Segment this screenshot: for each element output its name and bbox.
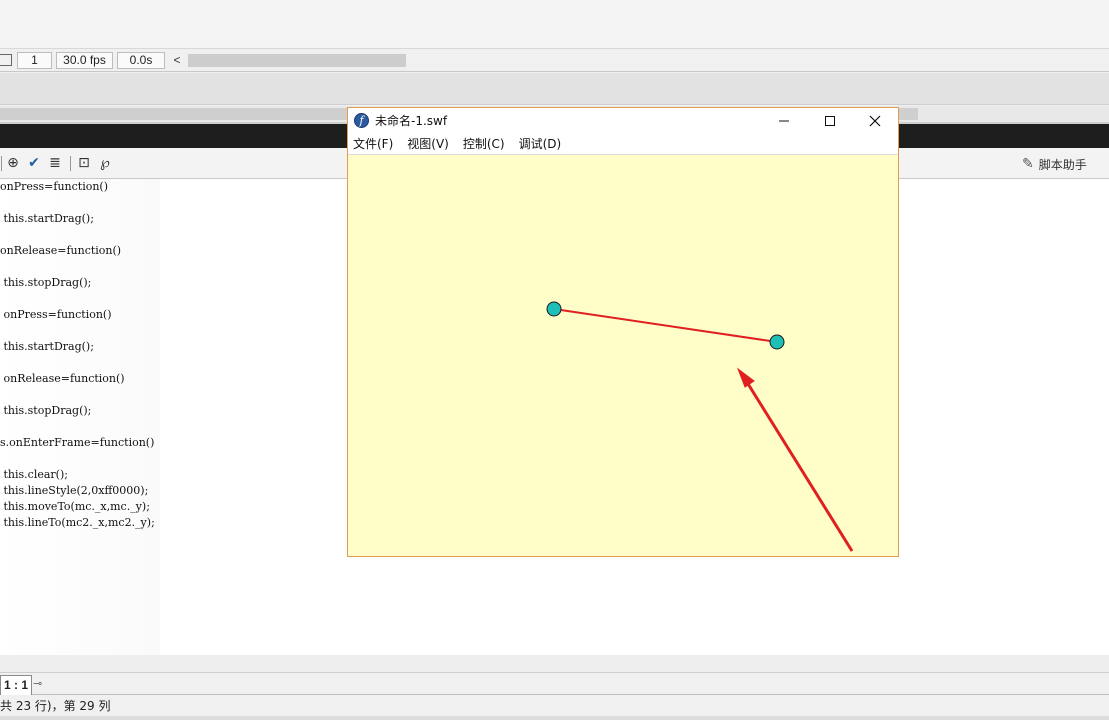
- toolbar-separator: [70, 156, 71, 171]
- magic-wand-icon: ✎: [1022, 156, 1034, 172]
- scroll-left-arrow-icon[interactable]: <: [170, 52, 184, 69]
- pin-icon[interactable]: ⊸: [33, 677, 47, 691]
- code-line: onPress=function(): [0, 180, 109, 193]
- check-syntax-icon[interactable]: ✔: [26, 155, 42, 171]
- code-line: this.startDrag();: [0, 340, 94, 353]
- code-line: onRelease=function(): [0, 244, 122, 257]
- elapsed-time-field: 0.0s: [117, 52, 165, 69]
- code-line: this.clear();: [0, 468, 68, 481]
- close-icon[interactable]: [852, 108, 898, 134]
- swf-titlebar[interactable]: f 未命名-1.swf: [348, 108, 898, 134]
- frame-rate-field[interactable]: 30.0 fps: [56, 52, 113, 69]
- code-lines: onPress=function() this.startDrag(); onR…: [0, 179, 155, 531]
- code-line: onPress=function(): [0, 308, 112, 321]
- script-assist-label: 脚本助手: [1038, 157, 1087, 172]
- swf-player-window[interactable]: f 未命名-1.swf 文件(F) 视图(V) 控制(C) 调试(D): [347, 107, 899, 557]
- code-line: onRelease=function(): [0, 372, 125, 385]
- code-line: this.startDrag();: [0, 212, 94, 225]
- timeline-scrollbar-thumb[interactable]: [188, 54, 406, 67]
- toolbar-separator: [1, 156, 2, 171]
- code-line: s.onEnterFrame=function(): [0, 436, 155, 449]
- stage-area-strip: [0, 73, 1109, 105]
- draggable-dot-mc2[interactable]: [769, 334, 785, 350]
- code-line: this.stopDrag();: [0, 276, 92, 289]
- menu-debug[interactable]: 调试(D): [519, 134, 576, 154]
- current-frame-field[interactable]: 1: [17, 52, 52, 69]
- code-line: this.lineTo(mc2._x,mc2._y);: [0, 516, 155, 529]
- stage-background: [348, 155, 898, 556]
- menu-file[interactable]: 文件(F): [353, 134, 407, 154]
- editor-bottom-strip: [0, 655, 1109, 673]
- stage-canvas[interactable]: [348, 155, 898, 556]
- code-line: this.moveTo(mc._x,mc._y);: [0, 500, 150, 513]
- script-assist-button[interactable]: ✎ 脚本助手: [1022, 154, 1087, 174]
- timeline-status-bar: 1 30.0 fps 0.0s <: [0, 48, 1109, 72]
- flash-player-logo-icon: f: [354, 113, 369, 128]
- target-icon[interactable]: ⊕: [5, 155, 21, 171]
- code-line: this.stopDrag();: [0, 404, 92, 417]
- menu-control[interactable]: 控制(C): [463, 134, 519, 154]
- timeline-area: [0, 0, 1109, 48]
- menu-view[interactable]: 视图(V): [407, 134, 463, 154]
- swf-window-title: 未命名-1.swf: [375, 114, 448, 128]
- script-tab[interactable]: 1 : 1: [0, 675, 33, 695]
- minimize-icon[interactable]: [761, 108, 807, 134]
- window-bottom-edge: [0, 716, 1109, 720]
- frame-center-icon[interactable]: [0, 54, 12, 66]
- draggable-dot-mc[interactable]: [546, 301, 562, 317]
- maximize-icon[interactable]: [807, 108, 853, 134]
- swf-menubar: 文件(F) 视图(V) 控制(C) 调试(D): [348, 134, 898, 155]
- swf-stage[interactable]: [348, 155, 898, 556]
- debug-options-icon[interactable]: ⊡: [76, 155, 92, 171]
- script-tab-row: 1 : 1 ⊸: [0, 673, 1109, 695]
- auto-format-icon[interactable]: ≣: [47, 155, 63, 171]
- collapse-icon[interactable]: ℘: [97, 155, 113, 171]
- code-line: this.lineStyle(2,0xff0000);: [0, 484, 149, 497]
